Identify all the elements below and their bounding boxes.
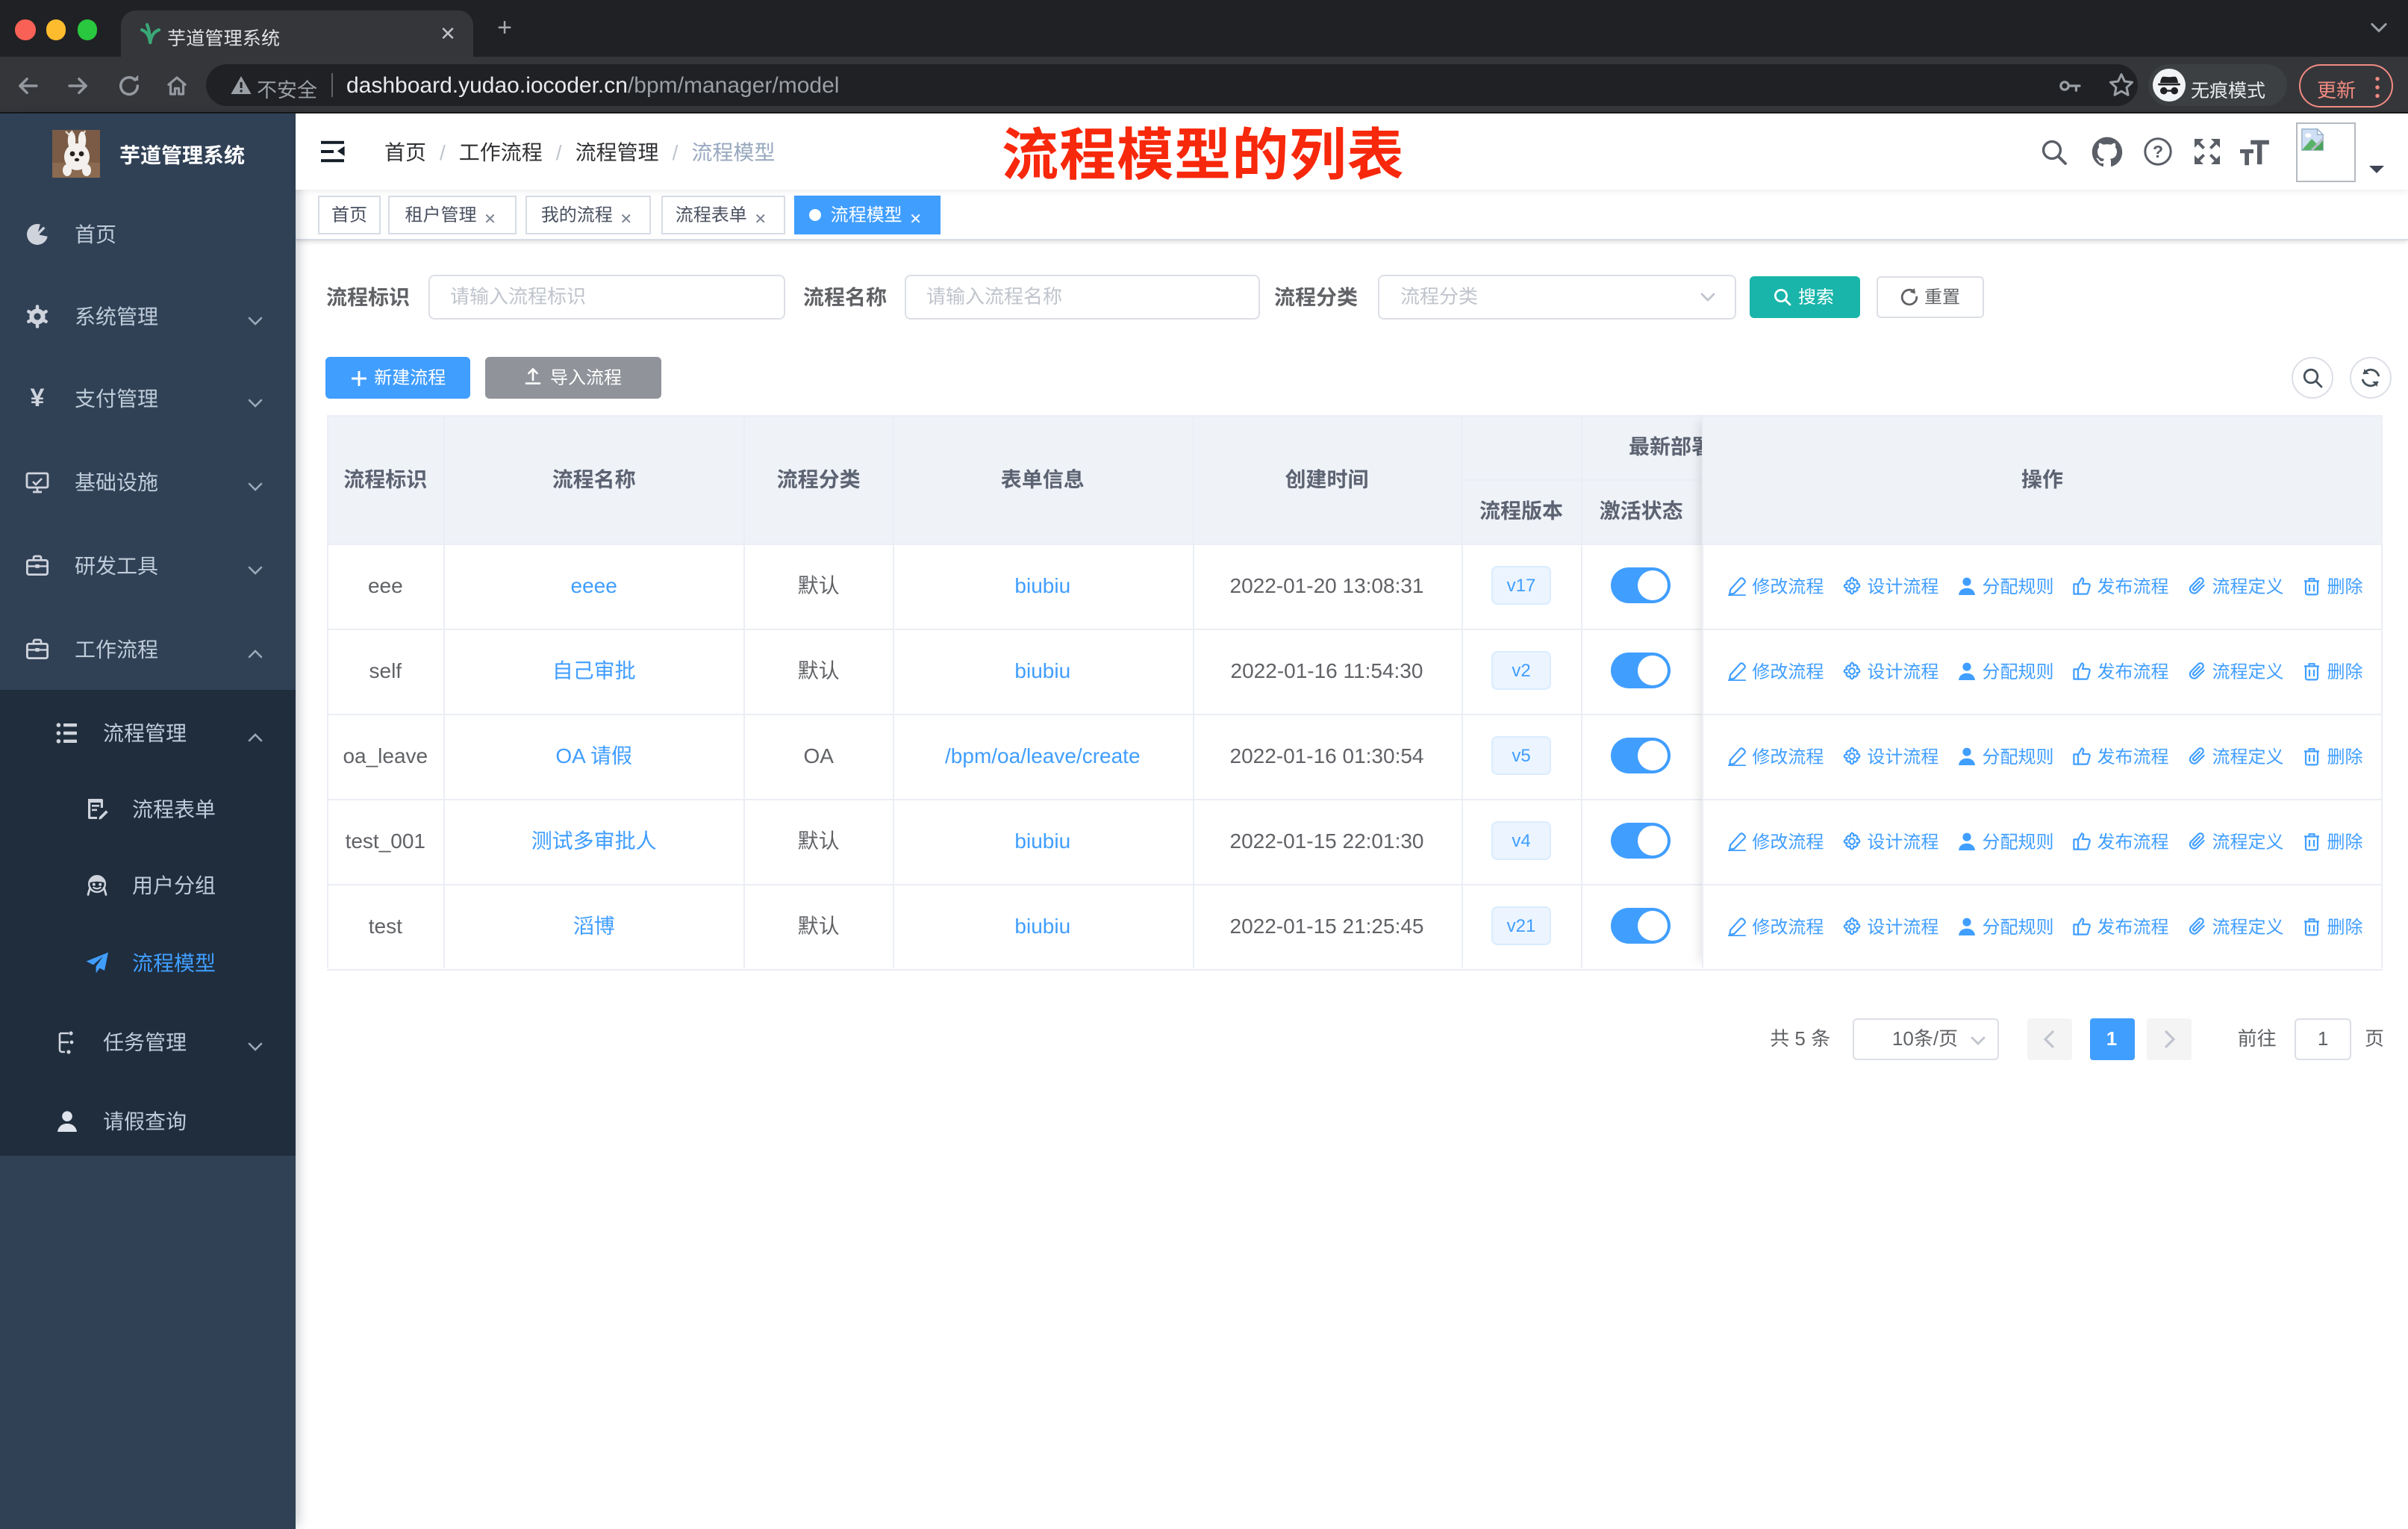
svg-text:?: ? [2152, 142, 2162, 161]
